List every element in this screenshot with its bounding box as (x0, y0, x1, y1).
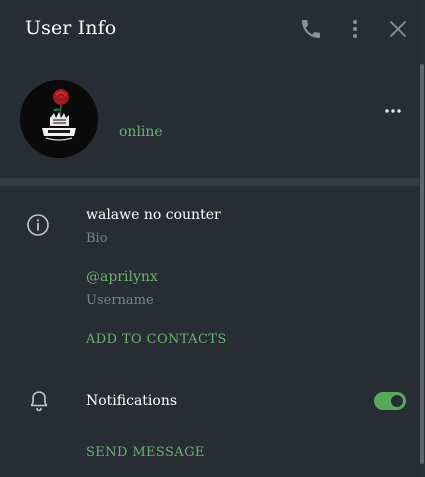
user-info-panel: User Info online walawe no counter Bio @… (0, 0, 419, 477)
header: User Info (0, 0, 419, 58)
more-horizontal-icon[interactable] (382, 100, 404, 122)
section-divider (0, 178, 419, 186)
notifications-label: Notifications (86, 393, 178, 409)
notifications-toggle[interactable] (374, 392, 406, 410)
avatar[interactable] (20, 80, 98, 158)
phone-icon[interactable] (299, 17, 323, 41)
page-title: User Info (25, 17, 117, 39)
bio-label: Bio (86, 231, 108, 246)
close-icon[interactable] (386, 17, 410, 41)
add-to-contacts-button[interactable]: ADD TO CONTACTS (86, 332, 227, 347)
scrollbar-thumb[interactable] (420, 64, 424, 464)
bell-icon (27, 389, 51, 413)
username-value[interactable]: @aprilynx (86, 269, 158, 285)
username-label: Username (86, 293, 154, 308)
bio-value: walawe no counter (86, 207, 221, 223)
send-message-button[interactable]: SEND MESSAGE (86, 445, 205, 460)
more-vertical-icon[interactable] (343, 17, 367, 41)
toggle-knob (389, 393, 405, 409)
online-status: online (119, 124, 163, 140)
scrollbar[interactable] (419, 0, 425, 477)
info-icon (26, 213, 50, 237)
